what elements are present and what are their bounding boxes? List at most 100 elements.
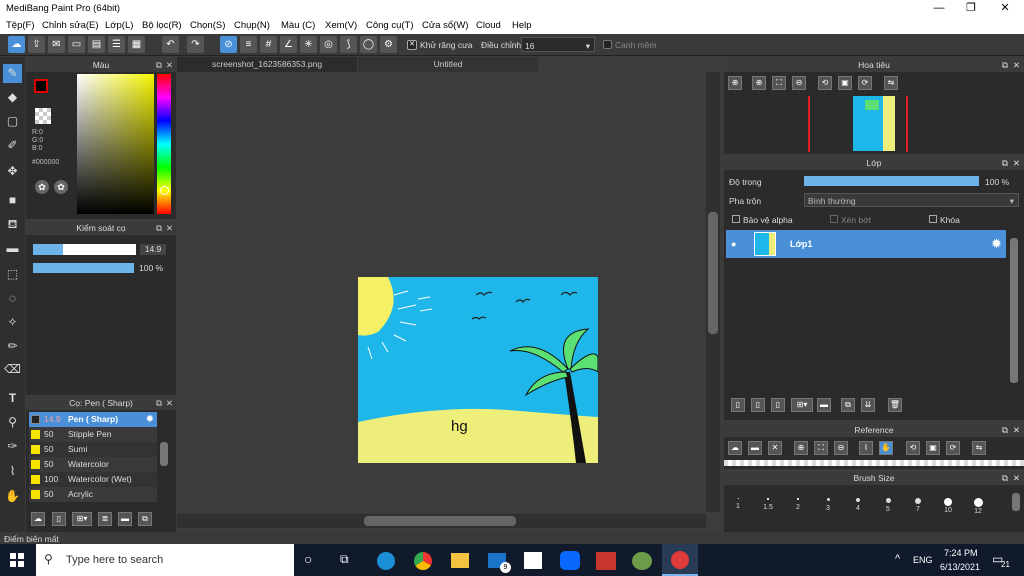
brush-list-scrollbar[interactable] bbox=[158, 412, 170, 504]
duplicate-icon[interactable]: ⧉ bbox=[138, 512, 152, 526]
maximize-button[interactable]: ❐ bbox=[954, 0, 988, 17]
brush-tool-icon[interactable]: ✎ bbox=[3, 64, 22, 83]
share-icon[interactable]: ⇪ bbox=[28, 36, 45, 53]
cloud-icon[interactable]: ☁ bbox=[8, 36, 25, 53]
gear-icon[interactable]: ✹ bbox=[146, 412, 154, 427]
fit-icon[interactable]: ⛶ bbox=[814, 441, 828, 455]
brush-size-option[interactable]: 2 bbox=[784, 498, 812, 511]
paint-app-icon[interactable] bbox=[632, 552, 652, 570]
undo-icon[interactable]: ↶ bbox=[162, 36, 179, 53]
snap-ellipse-icon[interactable]: ◯ bbox=[360, 36, 377, 53]
close-icon[interactable]: ✕ bbox=[1013, 424, 1020, 436]
vertical-scrollbar[interactable] bbox=[706, 72, 720, 512]
pen-tool-icon[interactable]: ✐ bbox=[3, 136, 22, 155]
rotate-left-icon[interactable]: ⟲ bbox=[818, 76, 832, 90]
list-item[interactable]: 50 Stipple Pen bbox=[29, 427, 157, 442]
new-halftone-layer-icon[interactable]: ▯ bbox=[751, 398, 765, 412]
layer-row[interactable]: ● Lớp1 ✹ bbox=[726, 230, 1006, 258]
rotate-left-icon[interactable]: ⟲ bbox=[906, 441, 920, 455]
zoom-in-icon[interactable]: ⊕ bbox=[728, 76, 742, 90]
redo-icon[interactable]: ↷ bbox=[187, 36, 204, 53]
list-item[interactable]: 50 Acrylic bbox=[29, 487, 157, 502]
brush-settings-icon[interactable]: ≣ bbox=[98, 512, 112, 526]
fit-screen-icon[interactable]: ▣ bbox=[926, 441, 940, 455]
float-icon[interactable]: ⧉ bbox=[1002, 424, 1008, 436]
rotate-right-icon[interactable]: ⟳ bbox=[858, 76, 872, 90]
taskbar-search-box[interactable]: ⚲ Type here to search bbox=[36, 544, 294, 576]
merge-icon[interactable]: ⇊ bbox=[861, 398, 875, 412]
menu-file[interactable]: Tệp(F) bbox=[6, 20, 35, 31]
menu-select[interactable]: Chọn(S) bbox=[190, 20, 225, 31]
clock-date[interactable]: 6/13/2021 bbox=[940, 562, 980, 572]
saturation-value-picker[interactable] bbox=[77, 74, 154, 214]
protect-alpha-checkbox[interactable] bbox=[732, 215, 740, 223]
cortana-icon[interactable]: ○ bbox=[304, 551, 312, 567]
cloud-icon[interactable]: ☁ bbox=[728, 441, 742, 455]
add-layer-icon[interactable]: ⊞▾ bbox=[791, 398, 813, 412]
list-item[interactable]: 100 Watercolor (Wet) bbox=[29, 472, 157, 487]
grid-icon[interactable]: ▦ bbox=[128, 36, 145, 53]
float-icon[interactable]: ⧉ bbox=[1002, 157, 1008, 169]
float-icon[interactable]: ⧉ bbox=[1002, 472, 1008, 484]
menu-view[interactable]: Xem(V) bbox=[325, 20, 357, 31]
edge-icon[interactable] bbox=[377, 552, 395, 570]
snap-grid-icon[interactable]: # bbox=[260, 36, 277, 53]
folder-open-icon[interactable]: ▬ bbox=[748, 441, 762, 455]
brush-size-option[interactable]: 3 bbox=[814, 498, 842, 512]
move-tool-icon[interactable]: ✥ bbox=[3, 162, 22, 181]
close-icon[interactable]: ✕ bbox=[166, 59, 173, 71]
clock-time[interactable]: 7:24 PM bbox=[944, 548, 978, 558]
flip-icon[interactable]: ⇋ bbox=[972, 441, 986, 455]
brush-size-option[interactable]: 10 bbox=[934, 498, 962, 514]
blend-select[interactable]: Bình thường ▾ bbox=[804, 193, 1019, 207]
new-1bit-layer-icon[interactable]: ▯ bbox=[771, 398, 785, 412]
folder-icon[interactable]: ▬ bbox=[817, 398, 831, 412]
select-pen-icon[interactable]: ✏ bbox=[3, 337, 22, 356]
list-item[interactable]: 50 Sumi bbox=[29, 442, 157, 457]
cloud-brush-icon[interactable]: ☁ bbox=[31, 512, 45, 526]
brush-size-value[interactable]: 14.9 bbox=[140, 244, 166, 255]
text-tool-icon[interactable]: T bbox=[3, 389, 22, 408]
snap-radial-icon[interactable]: ✳ bbox=[300, 36, 317, 53]
task-view-icon[interactable]: ⧉ bbox=[340, 552, 349, 567]
transparent-color[interactable] bbox=[35, 108, 51, 124]
new-layer-icon[interactable]: ▯ bbox=[731, 398, 745, 412]
brush-size-option[interactable]: 4 bbox=[844, 498, 872, 512]
operation-tool-icon[interactable]: ⚲ bbox=[3, 413, 22, 432]
lock-checkbox[interactable] bbox=[929, 215, 937, 223]
zoom-in-icon[interactable]: ⊕ bbox=[752, 76, 766, 90]
close-icon[interactable]: ✕ bbox=[1013, 59, 1020, 71]
float-icon[interactable]: ⧉ bbox=[156, 59, 162, 71]
brush-size-slider[interactable] bbox=[33, 244, 136, 255]
select-rect-icon[interactable]: ⬚ bbox=[3, 265, 22, 284]
folder-icon[interactable]: ▬ bbox=[118, 512, 132, 526]
zoom-out-icon[interactable]: ⊖ bbox=[792, 76, 806, 90]
close-icon[interactable]: ✕ bbox=[1013, 157, 1020, 169]
clipping-checkbox[interactable] bbox=[830, 215, 838, 223]
menu-cloud[interactable]: Cloud bbox=[476, 20, 501, 31]
gear-icon[interactable]: ✹ bbox=[991, 236, 1002, 252]
tab-screenshot[interactable]: screenshot_1623586353.png bbox=[177, 57, 357, 72]
layer-scrollbar[interactable] bbox=[1008, 230, 1020, 390]
snap-circle-icon[interactable]: ◎ bbox=[320, 36, 337, 53]
hue-handle[interactable] bbox=[160, 186, 169, 195]
eye-icon[interactable]: ● bbox=[731, 239, 736, 249]
menu-snap[interactable]: Chụp(N) bbox=[234, 20, 270, 31]
horizontal-scrollbar[interactable] bbox=[177, 514, 706, 528]
hand-icon[interactable]: ✋ bbox=[879, 441, 893, 455]
list-item[interactable]: 14.9 Pen ( Sharp) ✹ bbox=[29, 412, 157, 427]
close-icon[interactable]: ✕ bbox=[166, 397, 173, 409]
close-icon[interactable]: ✕ bbox=[1013, 472, 1020, 484]
menu-window[interactable]: Cửa sổ(W) bbox=[422, 20, 468, 31]
dot-tool-icon[interactable]: ▢ bbox=[3, 112, 22, 131]
foreground-color[interactable] bbox=[34, 79, 48, 93]
brush-opacity-slider[interactable] bbox=[33, 263, 134, 273]
correction-select[interactable]: 16 ▾ bbox=[521, 37, 595, 52]
zoom-out-icon[interactable]: ⊖ bbox=[834, 441, 848, 455]
eyedropper-tool-icon[interactable]: ⌇ bbox=[3, 462, 22, 481]
fill-rect-icon[interactable]: ■ bbox=[3, 191, 22, 210]
lasso-tool-icon[interactable]: ◌ bbox=[3, 289, 22, 308]
new-brush-icon[interactable]: ▯ bbox=[52, 512, 66, 526]
magic-wand-icon[interactable]: ✧ bbox=[3, 313, 22, 332]
menu-edit[interactable]: Chỉnh sửa(E) bbox=[42, 20, 99, 31]
